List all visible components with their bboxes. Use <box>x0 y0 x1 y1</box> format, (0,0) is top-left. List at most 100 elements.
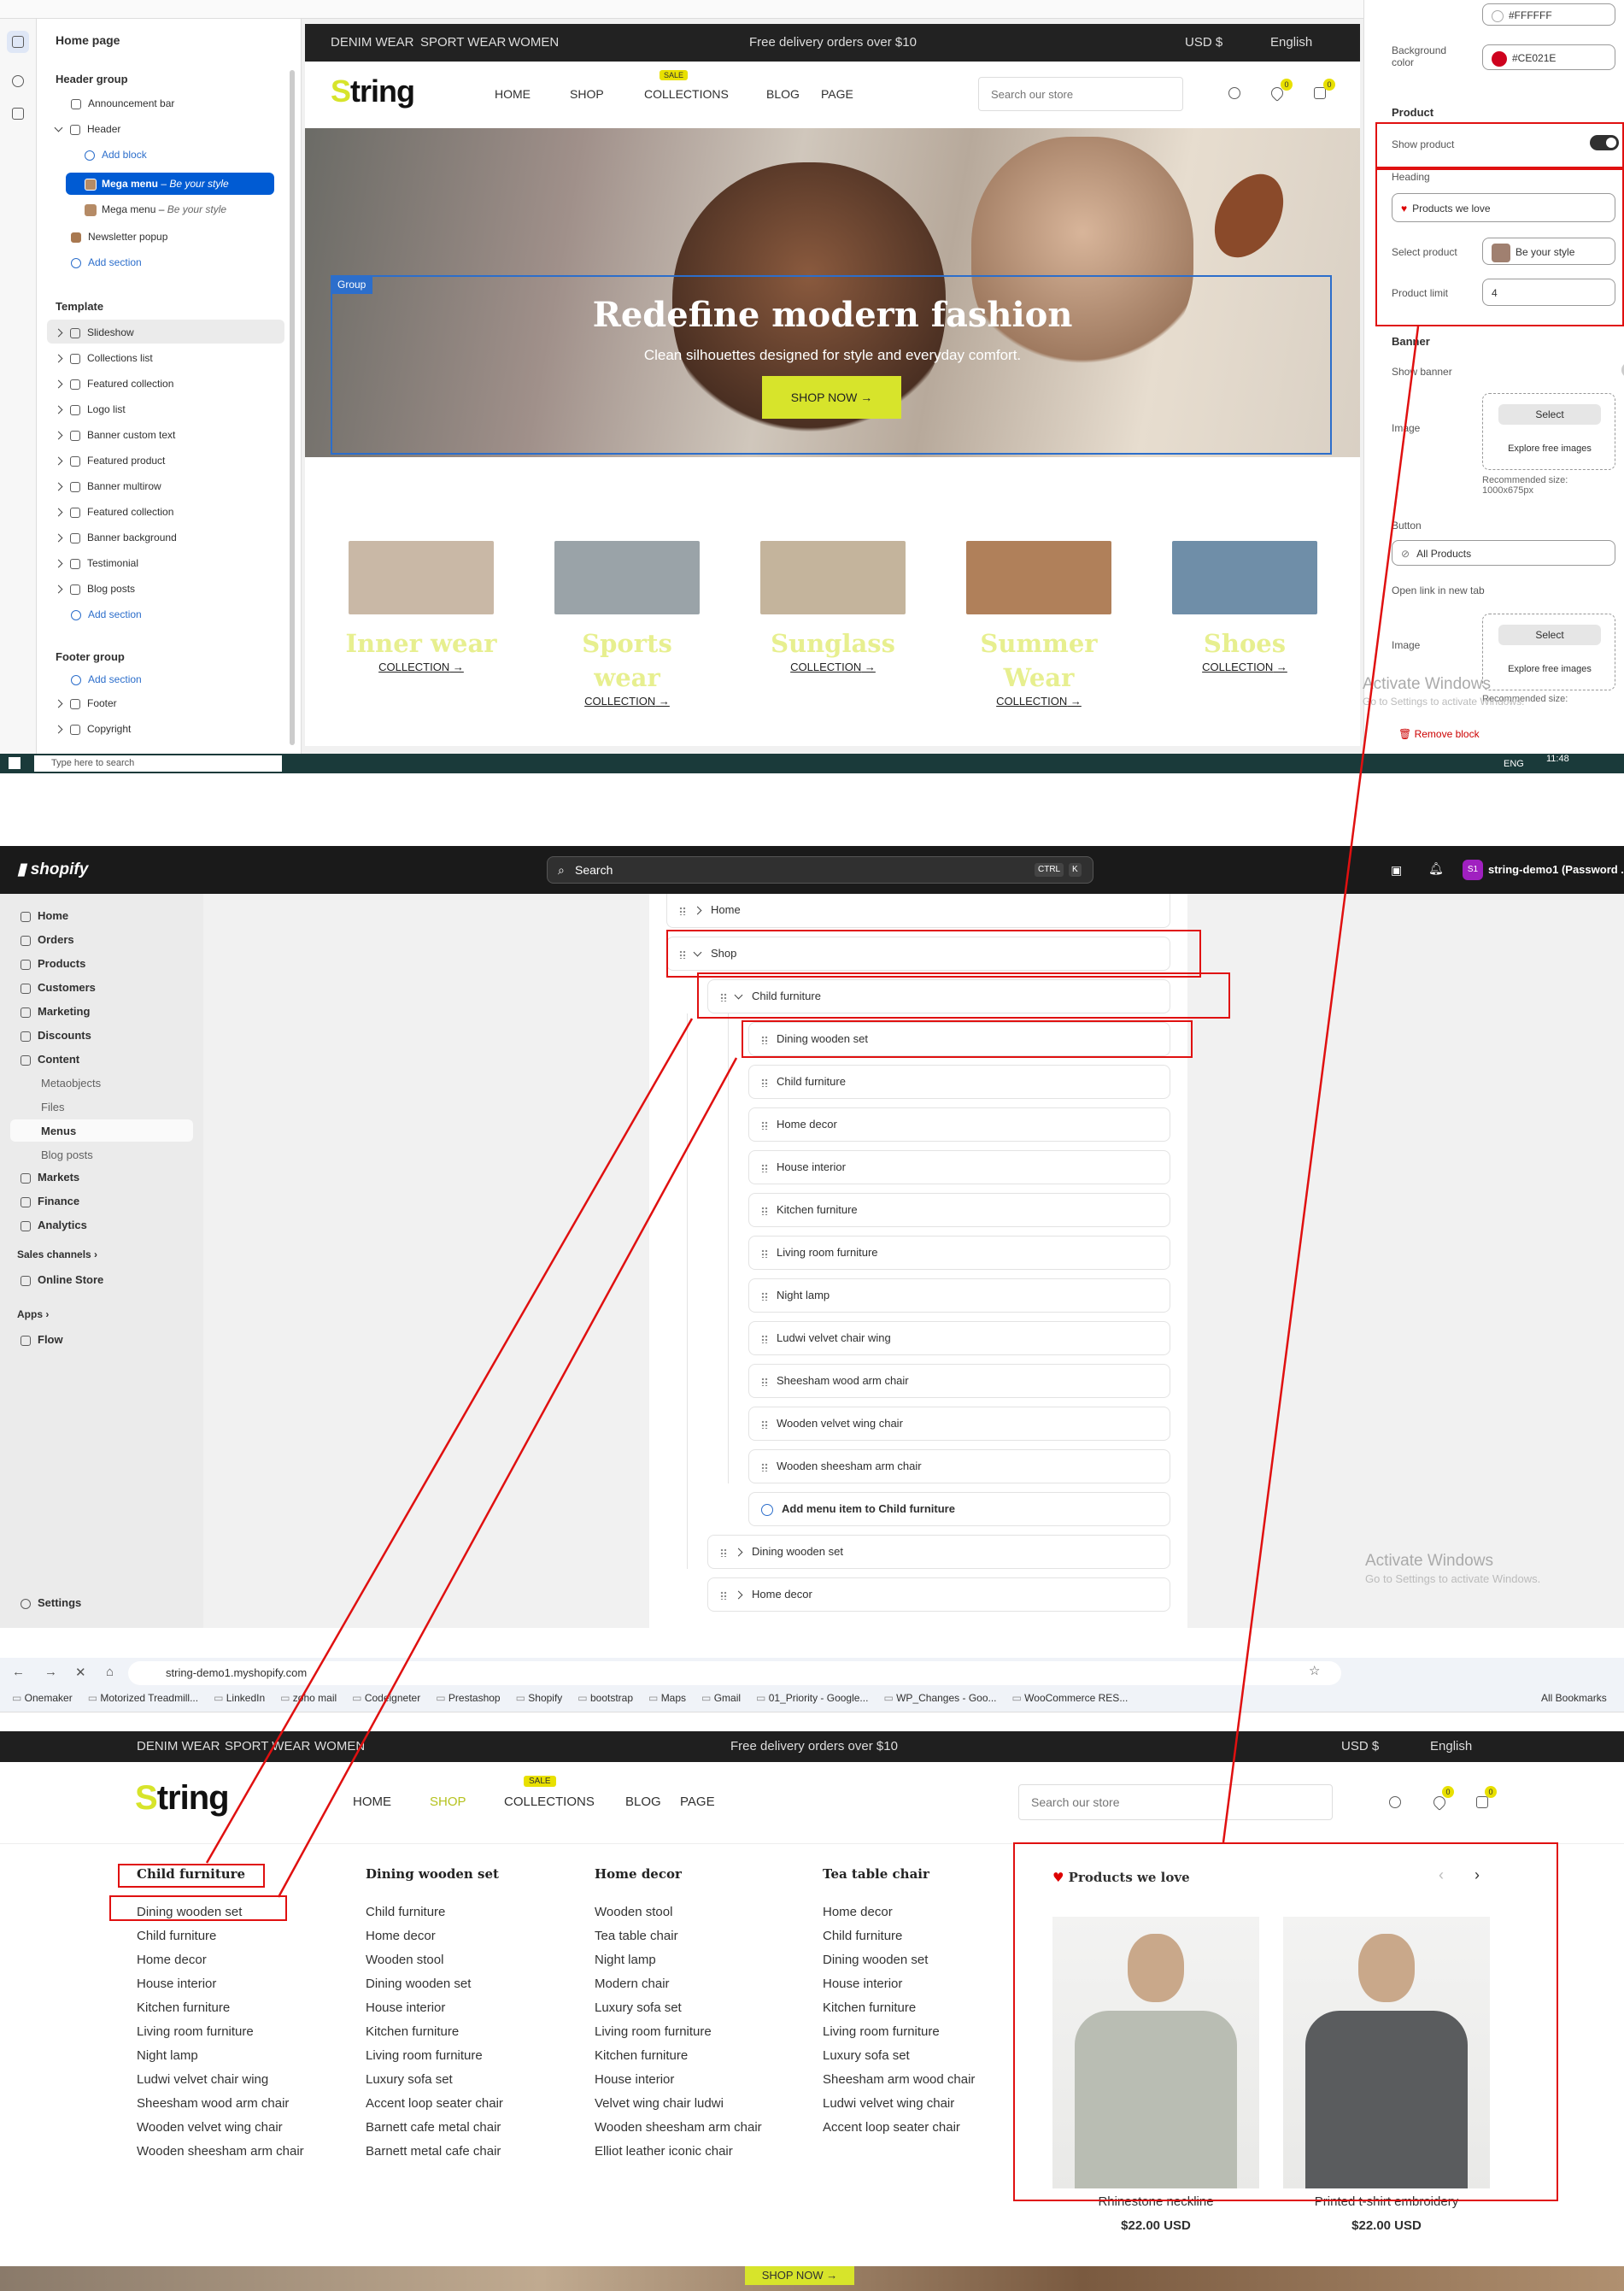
account-icon[interactable] <box>1228 87 1240 99</box>
bookmark-item[interactable]: ▭ Gmail <box>701 1692 741 1704</box>
topbar-link[interactable]: SPORT WEAR <box>225 1739 310 1753</box>
collection-card[interactable]: Inner wear COLLECTION → <box>331 524 511 725</box>
column-heading[interactable]: Tea table chair <box>823 1865 975 1900</box>
all-bookmarks[interactable]: All Bookmarks <box>1541 1692 1607 1704</box>
store-logo[interactable]: String <box>135 1779 230 1818</box>
nav-blog[interactable]: BLOG <box>766 87 800 101</box>
bookmark-item[interactable]: ▭ WP_Changes - Goo... <box>883 1692 996 1704</box>
heading-input[interactable]: ♥ Products we love <box>1392 193 1615 222</box>
admin-nav-item[interactable]: Content <box>21 1049 79 1070</box>
menu-link[interactable]: Barnett cafe metal chair <box>366 2116 503 2140</box>
shop-now-button[interactable]: SHOP NOW → <box>745 2266 854 2285</box>
stop-icon[interactable]: ✕ <box>75 1665 86 1680</box>
collection-link[interactable]: COLLECTION → <box>537 695 717 708</box>
menu-child-item[interactable]: Kitchen furniture <box>748 1193 1170 1227</box>
next-arrow-icon[interactable]: › <box>1474 1866 1480 1884</box>
product-card[interactable] <box>1283 1917 1490 2188</box>
add-section-template[interactable]: Add section <box>71 605 142 624</box>
gear-icon[interactable] <box>7 70 29 92</box>
menu-link[interactable]: Luxury sofa set <box>595 1996 762 2020</box>
nav-flow[interactable]: Flow <box>21 1330 63 1350</box>
menu-link[interactable]: Living room furniture <box>595 2020 762 2044</box>
tree-template-item[interactable]: Collections list <box>54 349 153 367</box>
add-block-link[interactable]: Add block <box>85 145 147 164</box>
menu-link[interactable]: Wooden stool <box>366 1948 503 1972</box>
tree-template-item[interactable]: Testimonial <box>54 554 138 573</box>
nav-shop[interactable]: SHOP <box>570 87 604 101</box>
collection-link[interactable]: COLLECTION → <box>1155 661 1334 673</box>
language-select[interactable]: English <box>1270 35 1312 50</box>
menu-item-home-decor[interactable]: Home decor <box>707 1577 1170 1612</box>
menu-link[interactable]: Home decor <box>366 1924 503 1948</box>
nav-shop-active[interactable]: SHOP <box>430 1795 466 1809</box>
tree-template-item[interactable]: Banner multirow <box>54 477 161 496</box>
back-icon[interactable]: ← <box>12 1665 25 1679</box>
product-name[interactable]: Printed t-shirt embroidery <box>1283 2194 1490 2209</box>
menu-link[interactable]: Child furniture <box>366 1900 503 1924</box>
menu-child-item[interactable]: Sheesham wood arm chair <box>748 1364 1170 1398</box>
windows-start-icon[interactable] <box>9 757 21 769</box>
tree-template-item[interactable]: Banner custom text <box>54 426 175 444</box>
select-product-input[interactable]: Be your style <box>1482 238 1615 265</box>
menu-link[interactable]: Accent loop seater chair <box>823 2116 975 2140</box>
menu-link[interactable]: Wooden stool <box>595 1900 762 1924</box>
admin-nav-item[interactable]: Finance <box>21 1191 79 1212</box>
tree-announcement-bar[interactable]: Announcement bar <box>71 94 174 113</box>
nav-blog[interactable]: BLOG <box>625 1795 661 1809</box>
nav-page[interactable]: PAGE <box>821 87 853 101</box>
menu-child-item[interactable]: Home decor <box>748 1107 1170 1142</box>
tree-template-item[interactable]: Featured collection <box>54 374 173 393</box>
nav-collections[interactable]: COLLECTIONS <box>644 87 729 101</box>
shopify-logo[interactable]: ▮ shopify <box>17 860 88 879</box>
menu-link[interactable]: Child furniture <box>823 1924 975 1948</box>
hero-shop-now-button[interactable]: SHOP NOW → <box>762 376 901 419</box>
menu-link[interactable]: Kitchen furniture <box>823 1996 975 2020</box>
store-name[interactable]: string-demo1 (Password ... <box>1488 863 1624 876</box>
menu-child-item[interactable]: Wooden velvet wing chair <box>748 1407 1170 1441</box>
image-select-button[interactable]: Select <box>1498 404 1601 425</box>
collection-card[interactable]: Summer Wear COLLECTION → <box>949 524 1129 725</box>
content-subitem[interactable]: Metaobjects <box>41 1073 101 1094</box>
show-product-toggle[interactable] <box>1590 135 1619 150</box>
menu-link[interactable]: Child furniture <box>137 1924 304 1948</box>
menu-child-item[interactable]: Night lamp <box>748 1278 1170 1313</box>
menu-link[interactable]: Dining wooden set <box>823 1948 975 1972</box>
home-icon[interactable]: ⌂ <box>106 1665 114 1679</box>
bg-color-input[interactable]: #CE021E <box>1482 44 1615 70</box>
menu-item-dining[interactable]: Dining wooden set <box>707 1535 1170 1569</box>
admin-nav-item[interactable]: Customers <box>21 978 96 998</box>
menu-link[interactable]: Kitchen furniture <box>137 1996 304 2020</box>
currency-select[interactable]: USD $ <box>1341 1739 1379 1753</box>
tree-footer[interactable]: Footer <box>54 694 117 713</box>
image2-picker[interactable]: Select Explore free images <box>1482 614 1615 690</box>
content-subitem[interactable]: Files <box>41 1097 64 1118</box>
nav-settings[interactable]: Settings <box>21 1593 81 1613</box>
color-input[interactable]: #FFFFFF <box>1482 3 1615 26</box>
menu-child-item[interactable]: House interior <box>748 1150 1170 1184</box>
tree-header[interactable]: Header <box>54 120 120 138</box>
image-picker[interactable]: Select Explore free images <box>1482 393 1615 470</box>
nav-online-store[interactable]: Online Store <box>21 1270 103 1290</box>
nav-page[interactable]: PAGE <box>680 1795 715 1809</box>
group-tag[interactable]: Group <box>331 275 373 294</box>
sections-rail-button[interactable] <box>7 31 29 53</box>
menu-link[interactable]: Night lamp <box>137 2044 304 2068</box>
bookmark-item[interactable]: ▭ WooCommerce RES... <box>1012 1692 1129 1704</box>
menu-link[interactable]: Luxury sofa set <box>823 2044 975 2068</box>
product-limit-input[interactable]: 4 <box>1482 279 1615 306</box>
menu-link[interactable]: Night lamp <box>595 1948 762 1972</box>
add-menu-item[interactable]: Add menu item to Child furniture <box>748 1492 1170 1526</box>
admin-search[interactable]: Search ⌕ CTRL K <box>547 856 1093 884</box>
tree-template-item[interactable]: Featured product <box>54 451 165 470</box>
address-bar[interactable]: string-demo1.myshopify.com <box>128 1661 1341 1685</box>
menu-link[interactable]: Wooden velvet wing chair <box>137 2116 304 2140</box>
menu-link[interactable]: Wooden sheesham arm chair <box>595 2116 762 2140</box>
collection-card[interactable]: Shoes COLLECTION → <box>1155 524 1334 725</box>
collection-card[interactable]: Sunglass COLLECTION → <box>743 524 923 725</box>
explore-images-link[interactable]: Explore free images <box>1483 444 1616 454</box>
topbar-link[interactable]: WOMEN <box>508 35 559 50</box>
menu-link[interactable]: House interior <box>137 1972 304 1996</box>
prev-arrow-icon[interactable]: ‹ <box>1439 1866 1444 1884</box>
product-card[interactable] <box>1052 1917 1259 2188</box>
topbar-link[interactable]: DENIM WEAR <box>137 1739 220 1753</box>
